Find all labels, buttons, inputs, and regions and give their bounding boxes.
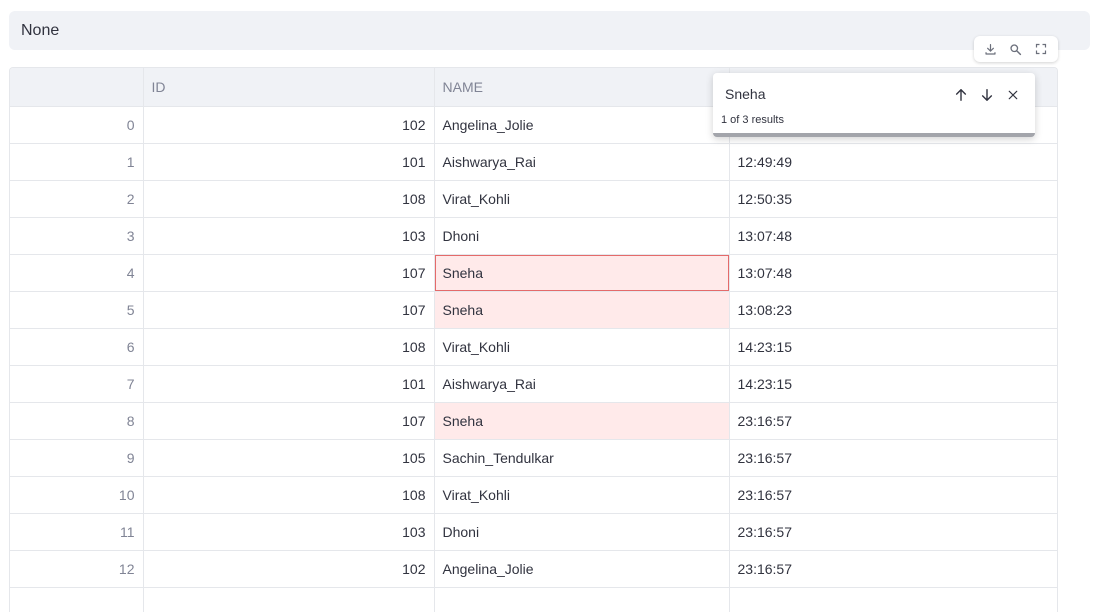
header-name[interactable]: NAME	[434, 68, 730, 107]
name-cell[interactable]	[434, 587, 730, 612]
time-cell[interactable]: 23:16:57	[729, 550, 1057, 588]
row-index-cell[interactable]: 4	[10, 254, 144, 292]
row-index-cell[interactable]: 2	[10, 180, 144, 218]
fullscreen-icon[interactable]	[1031, 39, 1051, 59]
row-index-cell[interactable]: 8	[10, 402, 144, 440]
row-index-cell[interactable]: 6	[10, 328, 144, 366]
id-cell[interactable]: 103	[143, 513, 435, 551]
info-message-box: None	[9, 11, 1090, 50]
search-nav-buttons	[951, 85, 1023, 105]
id-cell[interactable]: 107	[143, 402, 435, 440]
table-row: 12 102 Angelina_Jolie 23:16:57	[10, 550, 1057, 588]
row-index-cell[interactable]: 11	[10, 513, 144, 551]
time-cell[interactable]: 23:16:57	[729, 476, 1057, 514]
time-cell[interactable]: 14:23:15	[729, 365, 1057, 403]
table-row: 7 101 Aishwarya_Rai 14:23:15	[10, 365, 1057, 403]
row-index-cell[interactable]: 10	[10, 476, 144, 514]
id-cell[interactable]: 108	[143, 328, 435, 366]
dataframe-table[interactable]: ID NAME 0 102 Angelina_Jolie 1 101 Aishwarya_…	[9, 67, 1058, 612]
table-row: 5 107 Sneha 13:08:23	[10, 291, 1057, 329]
time-cell[interactable]	[729, 587, 1057, 612]
name-cell[interactable]: Aishwarya_Rai	[434, 143, 730, 181]
name-cell[interactable]: Angelina_Jolie	[434, 550, 730, 588]
time-cell[interactable]: 13:08:23	[729, 291, 1057, 329]
id-cell[interactable]: 102	[143, 106, 435, 144]
name-cell[interactable]: Virat_Kohli	[434, 328, 730, 366]
id-cell[interactable]: 101	[143, 365, 435, 403]
time-cell[interactable]: 23:16:57	[729, 402, 1057, 440]
name-cell[interactable]: Aishwarya_Rai	[434, 365, 730, 403]
time-cell[interactable]: 23:16:57	[729, 439, 1057, 477]
id-cell[interactable]: 102	[143, 550, 435, 588]
row-index-cell[interactable]: 1	[10, 143, 144, 181]
name-cell[interactable]: Sneha	[434, 402, 730, 440]
table-row: 2 108 Virat_Kohli 12:50:35	[10, 180, 1057, 218]
time-cell[interactable]: 13:07:48	[729, 254, 1057, 292]
header-id[interactable]: ID	[143, 68, 435, 107]
name-cell[interactable]: Angelina_Jolie	[434, 106, 730, 144]
id-cell[interactable]: 105	[143, 439, 435, 477]
search-popover: 1 of 3 results	[713, 73, 1035, 137]
arrow-down-icon[interactable]	[977, 85, 997, 105]
name-cell[interactable]: Sneha	[434, 254, 730, 292]
id-cell[interactable]	[143, 587, 435, 612]
name-cell[interactable]: Virat_Kohli	[434, 180, 730, 218]
id-cell[interactable]: 107	[143, 291, 435, 329]
id-cell[interactable]: 108	[143, 476, 435, 514]
id-cell[interactable]: 107	[143, 254, 435, 292]
time-cell[interactable]: 12:49:49	[729, 143, 1057, 181]
table-row: 9 105 Sachin_Tendulkar 23:16:57	[10, 439, 1057, 477]
search-results-count: 1 of 3 results	[721, 114, 784, 126]
table-row: 3 103 Dhoni 13:07:48	[10, 217, 1057, 255]
time-cell[interactable]: 23:16:57	[729, 513, 1057, 551]
name-cell[interactable]: Dhoni	[434, 217, 730, 255]
row-index-cell[interactable]: 0	[10, 106, 144, 144]
row-index-cell[interactable]: 5	[10, 291, 144, 329]
id-cell[interactable]: 101	[143, 143, 435, 181]
name-cell[interactable]: Virat_Kohli	[434, 476, 730, 514]
table-row: 11 103 Dhoni 23:16:57	[10, 513, 1057, 551]
table-row	[10, 587, 1057, 612]
table-row: 1 101 Aishwarya_Rai 12:49:49	[10, 143, 1057, 181]
id-cell[interactable]: 108	[143, 180, 435, 218]
table-row: 4 107 Sneha 13:07:48	[10, 254, 1057, 292]
header-index[interactable]	[10, 68, 144, 107]
id-cell[interactable]: 103	[143, 217, 435, 255]
name-cell[interactable]: Sneha	[434, 291, 730, 329]
arrow-up-icon[interactable]	[951, 85, 971, 105]
time-cell[interactable]: 13:07:48	[729, 217, 1057, 255]
info-message-text: None	[21, 22, 60, 39]
search-input[interactable]	[723, 85, 947, 103]
row-index-cell[interactable]: 9	[10, 439, 144, 477]
row-index-cell[interactable]	[10, 587, 144, 612]
table-row: 6 108 Virat_Kohli 14:23:15	[10, 328, 1057, 366]
row-index-cell[interactable]: 12	[10, 550, 144, 588]
time-cell[interactable]: 12:50:35	[729, 180, 1057, 218]
row-index-cell[interactable]: 7	[10, 365, 144, 403]
time-cell[interactable]: 14:23:15	[729, 328, 1057, 366]
dataframe-toolbar	[974, 36, 1058, 62]
close-icon[interactable]	[1003, 85, 1023, 105]
search-icon[interactable]	[1006, 39, 1026, 59]
row-index-cell[interactable]: 3	[10, 217, 144, 255]
name-cell[interactable]: Dhoni	[434, 513, 730, 551]
table-row: 10 108 Virat_Kohli 23:16:57	[10, 476, 1057, 514]
table-body: 0 102 Angelina_Jolie 1 101 Aishwarya_Rai 12:49…	[10, 106, 1057, 612]
table-row: 8 107 Sneha 23:16:57	[10, 402, 1057, 440]
name-cell[interactable]: Sachin_Tendulkar	[434, 439, 730, 477]
download-icon[interactable]	[981, 39, 1001, 59]
